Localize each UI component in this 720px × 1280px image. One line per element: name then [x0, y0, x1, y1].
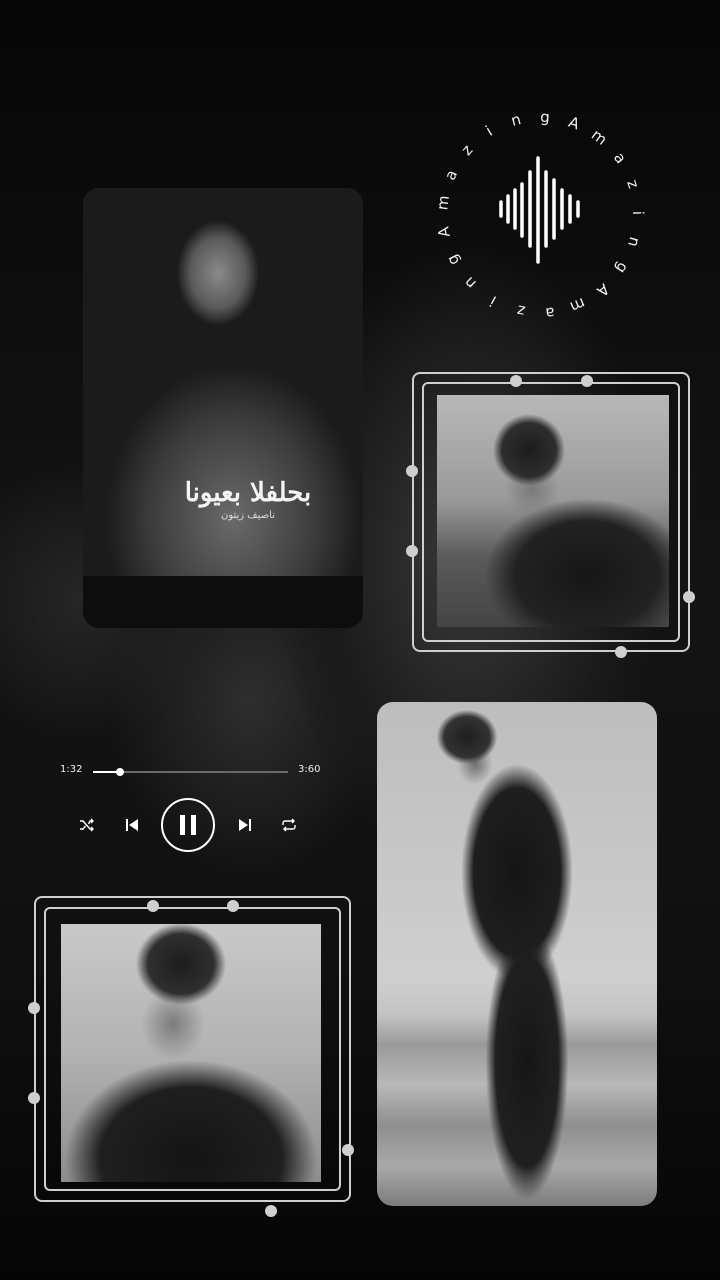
- next-icon: [239, 819, 251, 831]
- calligraphy-title: بحلفلا بعيونا: [184, 478, 312, 508]
- frame-dot: [28, 1002, 40, 1014]
- ring-letter: g: [442, 251, 463, 269]
- ring-letter: a: [609, 148, 630, 167]
- progress-knob[interactable]: [116, 768, 125, 776]
- ring-letter: i: [486, 292, 500, 310]
- frame-dot: [683, 591, 695, 603]
- portrait-photo: [61, 924, 321, 1182]
- portrait-photo: [437, 395, 669, 627]
- shuffle-icon: [80, 818, 94, 832]
- ring-letter: z: [457, 141, 476, 160]
- frame-dot: [28, 1092, 40, 1104]
- progress-bar[interactable]: [93, 768, 288, 776]
- repeat-button[interactable]: [277, 815, 301, 835]
- ring-letter: m: [432, 194, 453, 211]
- frame-dot: [265, 1205, 277, 1217]
- ring-letter: g: [539, 107, 551, 127]
- pause-icon: [180, 815, 196, 835]
- ring-letter: g: [612, 259, 633, 278]
- frame-dot: [227, 900, 239, 912]
- ring-letter: n: [460, 273, 480, 294]
- ring-letter: a: [544, 303, 556, 322]
- ring-letter: m: [567, 294, 589, 317]
- photo-card-1: بحلفلا بعيونا ناصيف زيتون: [83, 188, 363, 628]
- photo-card-3: [377, 702, 657, 1206]
- ring-letter: z: [514, 301, 527, 321]
- circular-text-badge: AmazingAmazingAmazing: [433, 95, 647, 335]
- ring-letter: n: [508, 110, 523, 130]
- frame-dot: [406, 545, 418, 557]
- pause-button[interactable]: [161, 798, 215, 852]
- repeat-icon: [282, 818, 296, 832]
- current-time: 1:32: [60, 764, 83, 775]
- shuffle-button[interactable]: [75, 815, 99, 835]
- ring-letter: A: [433, 225, 454, 239]
- frame-dot: [147, 900, 159, 912]
- previous-button[interactable]: [120, 815, 144, 835]
- portrait-photo: [377, 702, 657, 1206]
- frame-dot: [342, 1144, 354, 1156]
- music-player: 1:32 3:60: [55, 758, 325, 868]
- ring-letter: i: [482, 122, 496, 141]
- photo-card-2-frame: [406, 372, 695, 658]
- ring-letter: i: [628, 210, 648, 215]
- ring-letter: A: [565, 112, 582, 134]
- previous-icon: [126, 819, 138, 831]
- frame-dot: [406, 465, 418, 477]
- photo-card-4-frame: [28, 896, 354, 1217]
- ring-letter: m: [588, 125, 611, 149]
- ring-letter: A: [593, 279, 613, 301]
- sound-wave-icon: [499, 156, 580, 264]
- calligraphy-subtitle: ناصيف زيتون: [220, 510, 275, 521]
- total-time: 3:60: [298, 764, 321, 775]
- ring-letter: a: [440, 166, 461, 183]
- frame-dot: [615, 646, 627, 658]
- frame-dot: [581, 375, 593, 387]
- frame-dot: [510, 375, 522, 387]
- next-button[interactable]: [233, 815, 257, 835]
